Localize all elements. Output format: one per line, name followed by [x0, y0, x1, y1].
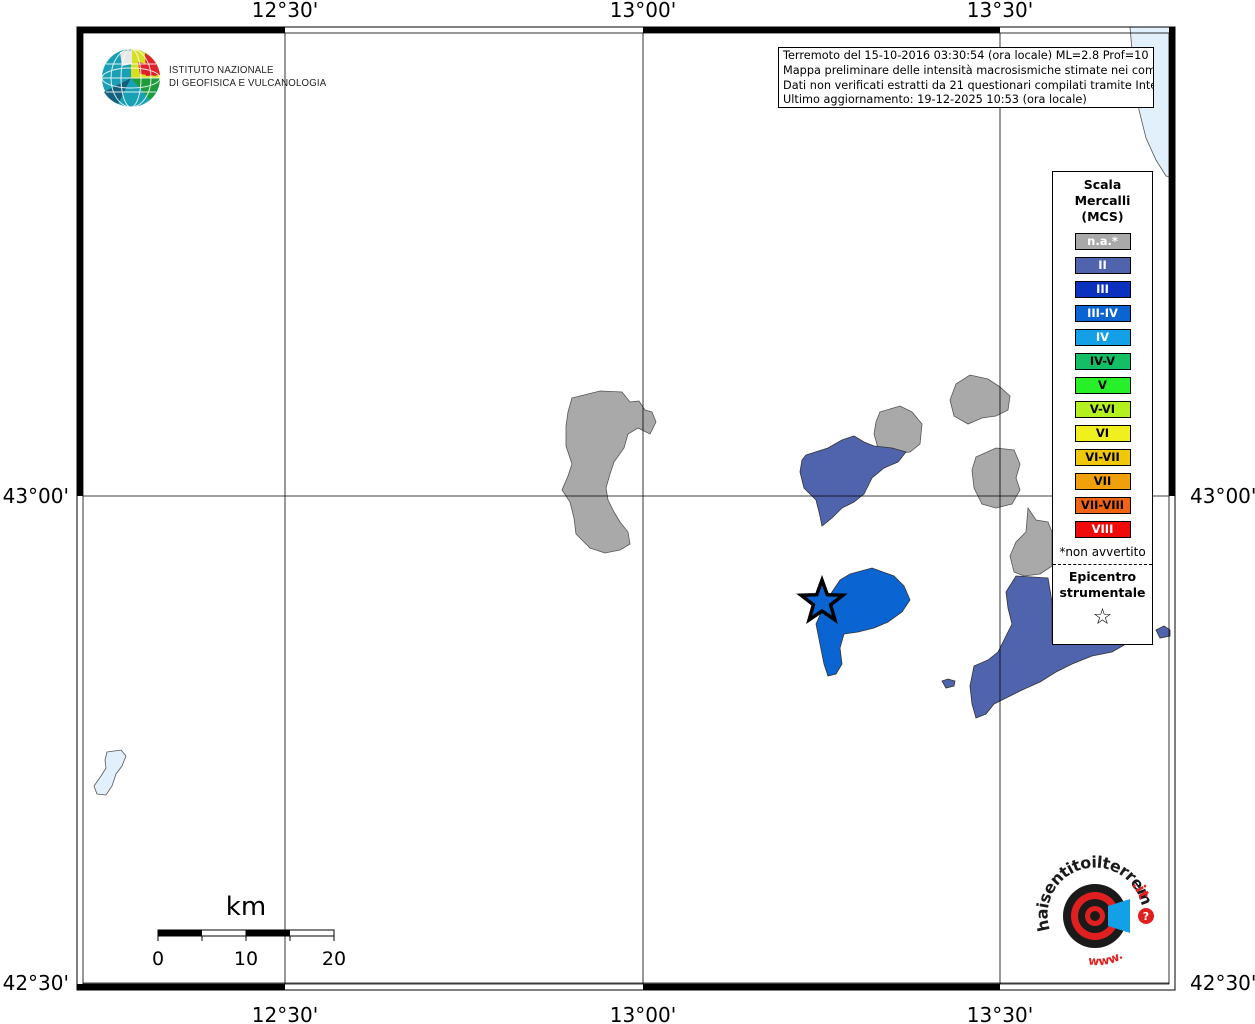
lat-label-left-4230: 42°30' [3, 971, 69, 995]
lon-label-bottom-1330: 13°30' [967, 1003, 1033, 1024]
frame-graduation-bar [77, 984, 285, 990]
legend-swatch: IV [1074, 329, 1131, 346]
lon-label-top-1330: 13°30' [967, 0, 1033, 22]
legend-title-line: Mercalli [1074, 193, 1131, 208]
frame-graduation-bar [643, 27, 1000, 33]
map-frame [76, 26, 1176, 991]
legend-swatch: II [1074, 257, 1131, 274]
legend-swatch: VI-VII [1074, 449, 1131, 466]
legend-swatch: VII [1074, 473, 1131, 490]
municipality-mcs-ii [941, 678, 956, 689]
municipality-na [1009, 506, 1053, 577]
legend-divider [1053, 564, 1152, 565]
legend-title-line: (MCS) [1081, 209, 1124, 224]
ingv-logo [101, 48, 161, 108]
svg-text:?: ? [1143, 910, 1149, 923]
legend-swatch: VI [1074, 425, 1131, 442]
legend-note: *non avvertito [1059, 545, 1146, 559]
legend-swatch: III-IV [1074, 305, 1131, 322]
event-info-box: Terremoto del 15-10-2016 03:30:54 (ora l… [778, 47, 1154, 108]
lat-label-left-4300: 43°00' [3, 484, 69, 508]
lon-label-top-1230: 12°30' [252, 0, 318, 22]
map-frame-inner [82, 32, 1170, 985]
legend-swatch: VIII [1074, 521, 1131, 538]
ingv-org-name: ISTITUTO NAZIONALE DI GEOFISICA E VULCAN… [169, 64, 326, 90]
frame-graduation-bar [1169, 27, 1175, 496]
municipality-mcs-iii-iv [815, 567, 911, 677]
legend-star-icon: ☆ [1092, 605, 1113, 630]
legend-title-line: Scala [1083, 177, 1122, 192]
lake [93, 749, 127, 796]
legend-swatch: III [1074, 281, 1131, 298]
scale-tick-20: 20 [322, 948, 346, 970]
municipality-mcs-ii [1155, 625, 1171, 639]
frame-graduation-bar [77, 27, 285, 33]
legend-swatch: V-VI [1074, 401, 1131, 418]
event-info-line: Dati non verificati estratti da 21 quest… [783, 78, 1154, 92]
lon-label-bottom-1230: 12°30' [252, 1003, 318, 1024]
legend-epicenter-line: strumentale [1059, 585, 1146, 600]
mcs-legend: Scala Mercalli (MCS) n.a.* II III III-IV IV I… [1052, 171, 1153, 645]
event-info-line: Ultimo aggiornamento: 19-12-2025 10:53 (… [783, 93, 1087, 107]
legend-epicenter-line: Epicentro [1068, 569, 1137, 584]
municipality-na [971, 447, 1021, 509]
event-info-line: Mappa preliminare delle intensità macros… [783, 63, 1154, 77]
legend-title: Scala Mercalli (MCS) [1053, 177, 1152, 225]
lat-label-right-4230: 42°30' [1190, 971, 1255, 995]
legend-swatch: V [1074, 377, 1131, 394]
lon-label-bottom-1300: 13°00' [610, 1003, 676, 1024]
macroseismic-map-page: 12°30' 13°00' 13°30' 12°30' 13°00' 13°30… [0, 0, 1255, 1024]
legend-swatch: n.a.* [1074, 233, 1131, 250]
legend-epicenter-label: Epicentro strumentale [1053, 569, 1152, 601]
legend-swatch: VII-VIII [1074, 497, 1131, 514]
scale-unit-label: km [226, 892, 266, 922]
frame-graduation-bar [77, 27, 83, 496]
lat-label-right-4300: 43°00' [1190, 484, 1255, 508]
ingv-org-name-line1: ISTITUTO NAZIONALE [169, 64, 274, 76]
scale-bar: km 0 10 20 [152, 892, 346, 970]
scale-tick-0: 0 [152, 948, 164, 970]
frame-graduation-bar [643, 984, 1000, 990]
ingv-org-name-line2: DI GEOFISICA E VULCANOLOGIA [169, 77, 327, 89]
municipality-na [949, 374, 1011, 425]
legend-swatch: IV-V [1074, 353, 1131, 370]
municipality-mcs-ii [799, 435, 907, 527]
legend-swatch-list: n.a.* II III III-IV IV IV-V V V-VI VI VI-VII VII VI… [1053, 233, 1152, 538]
event-info-line: Terremoto del 15-10-2016 03:30:54 (ora l… [783, 49, 1154, 62]
lon-label-top-1300: 13°00' [610, 0, 676, 22]
svg-text:www.: www. [1088, 948, 1126, 968]
municipality-na [561, 390, 657, 554]
badge-www-text: www. [1088, 948, 1126, 968]
scale-tick-10: 10 [234, 948, 258, 970]
